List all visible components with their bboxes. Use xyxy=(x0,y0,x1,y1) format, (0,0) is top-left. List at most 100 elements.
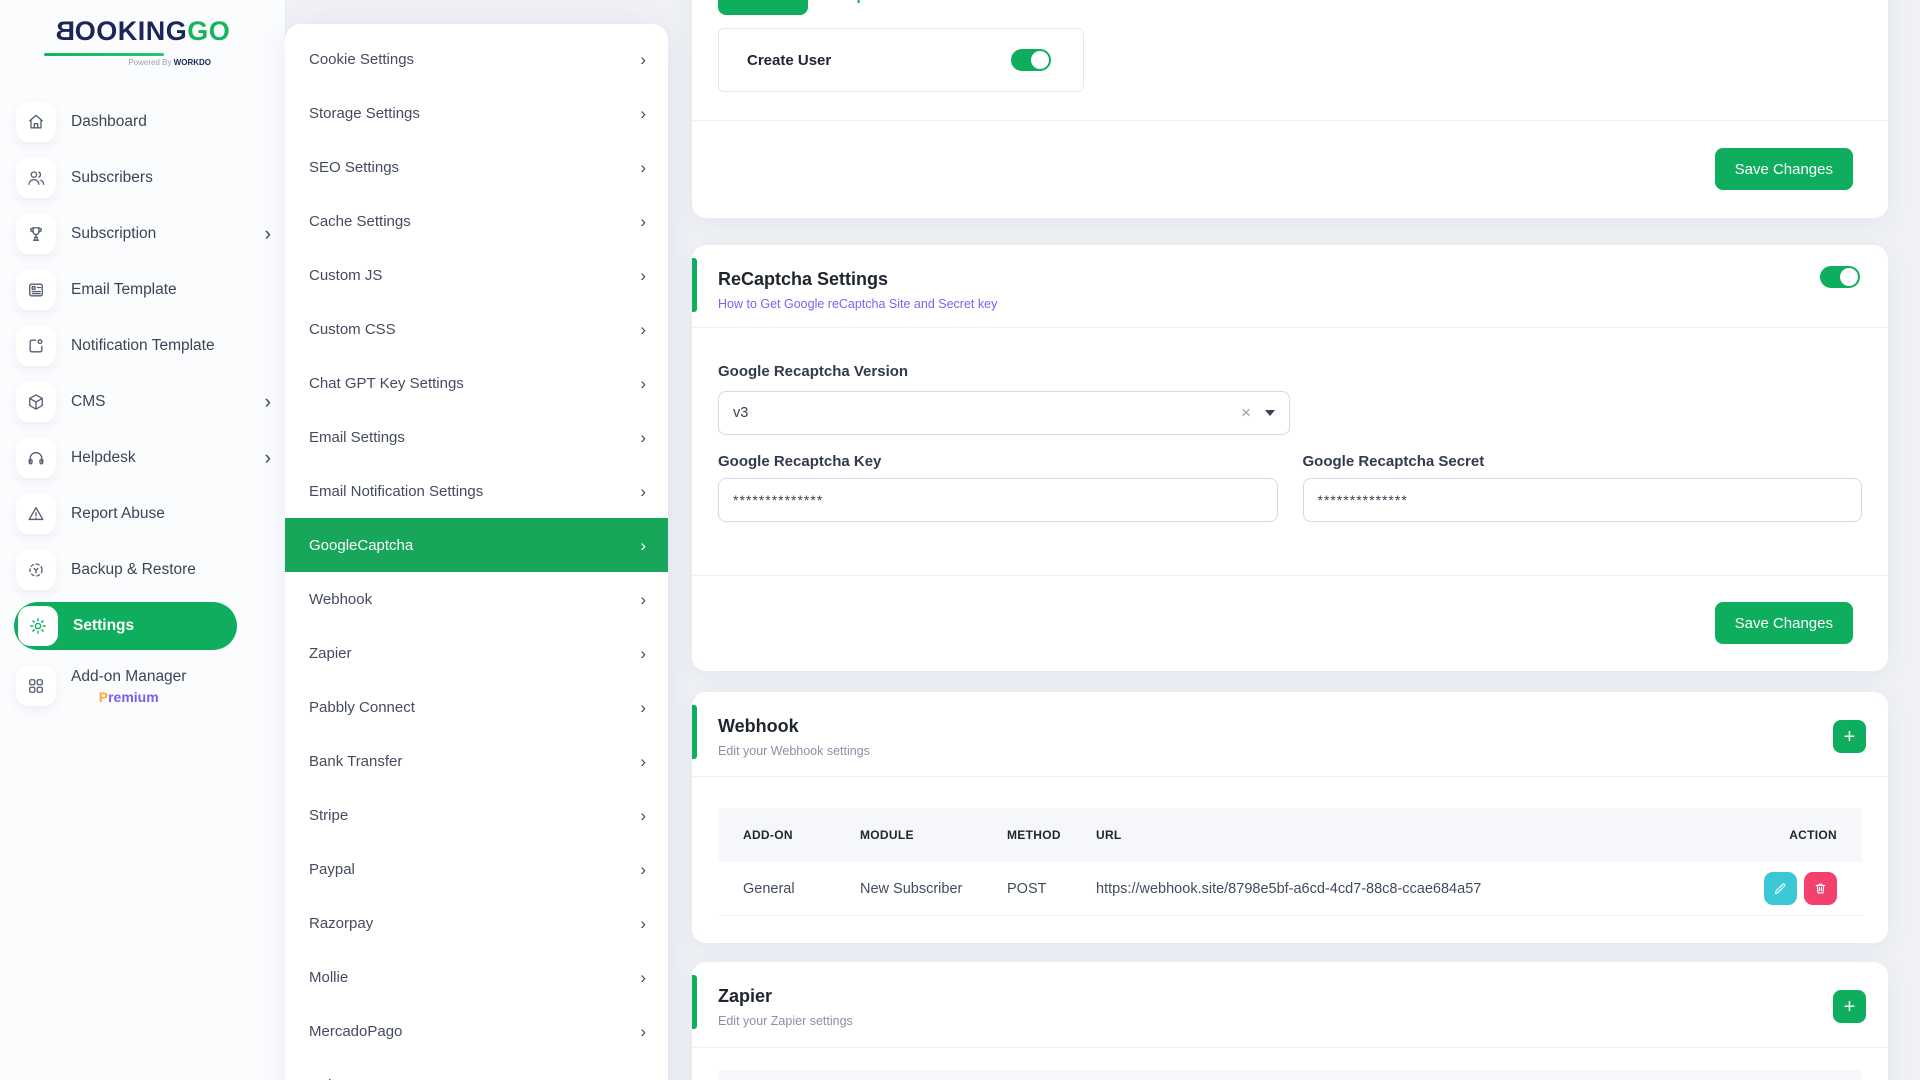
create-user-label: Create User xyxy=(747,52,831,69)
add-webhook-button[interactable]: + xyxy=(1833,720,1866,753)
settings-menu-item-label: Storage Settings xyxy=(309,105,420,122)
settings-menu-item[interactable]: Razorpay › xyxy=(285,896,668,950)
trash-icon xyxy=(1813,881,1828,896)
settings-menu-item[interactable]: Custom CSS › xyxy=(285,302,668,356)
sidebar-item-label: Add-on Manager xyxy=(71,668,186,686)
settings-menu-item-label: Cache Settings xyxy=(309,213,411,230)
sidebar-item-label: Notification Template xyxy=(71,337,215,355)
chevron-right-icon: › xyxy=(640,429,646,446)
sidebar-item-cms[interactable]: CMS › xyxy=(0,374,285,430)
zapier-header: Zapier Edit your Zapier settings xyxy=(692,962,1888,1028)
tab-helpdesk[interactable]: Helpdesk xyxy=(830,0,902,15)
settings-tabs: General Helpdesk xyxy=(718,0,902,15)
sidebar-item-helpdesk[interactable]: Helpdesk › xyxy=(0,430,285,486)
sidebar-item-label: Subscription xyxy=(71,225,156,243)
settings-menu-item-label: Razorpay xyxy=(309,915,373,932)
chevron-right-icon: › xyxy=(640,159,646,176)
settings-menu-item-label: Pabbly Connect xyxy=(309,699,415,716)
brand-logo[interactable]: BOOKINGGO Powered By WORKDO xyxy=(0,0,285,67)
edit-button[interactable] xyxy=(1764,872,1797,905)
home-icon xyxy=(16,102,56,142)
divider xyxy=(692,776,1888,777)
chevron-right-icon: › xyxy=(640,645,646,662)
trophy-icon xyxy=(16,214,56,254)
recaptcha-secret-label: Google Recaptcha Secret xyxy=(1303,453,1863,470)
version-select[interactable]: v3 × xyxy=(718,391,1290,435)
headphones-icon xyxy=(16,438,56,478)
chevron-right-icon: › xyxy=(640,105,646,122)
settings-menu-item[interactable]: Email Settings › xyxy=(285,410,668,464)
chevron-right-icon: › xyxy=(640,969,646,986)
recaptcha-help-link[interactable]: How to Get Google reCaptcha Site and Sec… xyxy=(718,297,1862,311)
settings-menu-item-label: Zapier xyxy=(309,645,352,662)
grid-icon xyxy=(16,666,56,706)
settings-menu-item[interactable]: Paypal › xyxy=(285,842,668,896)
sidebar-item-label: CMS xyxy=(71,393,105,411)
settings-menu-item-label: Custom CSS xyxy=(309,321,396,338)
settings-menu-item[interactable]: Coingate › xyxy=(285,1058,668,1080)
section-title: Zapier xyxy=(718,986,1862,1007)
general-settings-card: General Helpdesk Create User Save Change… xyxy=(692,0,1888,218)
recaptcha-key-input[interactable] xyxy=(718,478,1278,522)
settings-menu-item[interactable]: Mollie › xyxy=(285,950,668,1004)
section-title: ReCaptcha Settings xyxy=(718,269,1862,290)
settings-menu-item[interactable]: Zapier › xyxy=(285,626,668,680)
sidebar-item-subscribers[interactable]: Subscribers xyxy=(0,150,285,206)
sidebar-item-notification-template[interactable]: Notification Template xyxy=(0,318,285,374)
settings-menu-item[interactable]: Custom JS › xyxy=(285,248,668,302)
sidebar-item-backup-restore[interactable]: Backup & Restore xyxy=(0,542,285,598)
settings-menu-item[interactable]: Webhook › xyxy=(285,572,668,626)
settings-menu-item[interactable]: Storage Settings › xyxy=(285,86,668,140)
sidebar-item-dashboard[interactable]: Dashboard xyxy=(0,94,285,150)
settings-menu-panel: Cookie Settings › Storage Settings › SEO… xyxy=(285,24,668,1080)
restore-icon xyxy=(16,550,56,590)
save-changes-button[interactable]: Save Changes xyxy=(1715,148,1853,190)
chevron-right-icon: › xyxy=(640,213,646,230)
settings-menu-item[interactable]: Cache Settings › xyxy=(285,194,668,248)
settings-menu-item[interactable]: MercadoPago › xyxy=(285,1004,668,1058)
chevron-right-icon: › xyxy=(265,225,271,244)
save-changes-button[interactable]: Save Changes xyxy=(1715,602,1853,644)
chevron-right-icon: › xyxy=(640,591,646,608)
settings-menu-item-label: Stripe xyxy=(309,807,348,824)
version-value: v3 xyxy=(733,405,748,421)
settings-menu-item[interactable]: SEO Settings › xyxy=(285,140,668,194)
add-zapier-button[interactable]: + xyxy=(1833,990,1866,1023)
tab-general[interactable]: General xyxy=(718,0,808,15)
sidebar-item-settings[interactable]: Settings xyxy=(14,602,237,650)
chevron-right-icon: › xyxy=(640,483,646,500)
cell-url: https://webhook.site/8798e5bf-a6cd-4cd7-… xyxy=(1096,881,1692,897)
webhook-header: Webhook Edit your Webhook settings xyxy=(692,692,1888,758)
settings-menu-item[interactable]: Stripe › xyxy=(285,788,668,842)
settings-menu-item[interactable]: Email Notification Settings › xyxy=(285,464,668,518)
table-header-row: ADD-ON MODULE METHOD URL ACTION xyxy=(718,808,1862,862)
recaptcha-toggle[interactable] xyxy=(1820,266,1860,288)
create-user-toggle[interactable] xyxy=(1011,49,1051,71)
settings-menu-item[interactable]: Bank Transfer › xyxy=(285,734,668,788)
clear-icon[interactable]: × xyxy=(1241,403,1251,423)
settings-menu-item-label: Email Notification Settings xyxy=(309,483,483,500)
webhook-card: Webhook Edit your Webhook settings + ADD… xyxy=(692,692,1888,943)
sidebar-item-email-template[interactable]: Email Template xyxy=(0,262,285,318)
chevron-right-icon: › xyxy=(640,267,646,284)
users-icon xyxy=(16,158,56,198)
recaptcha-secret-input[interactable] xyxy=(1303,478,1863,522)
sidebar-item-report-abuse[interactable]: Report Abuse xyxy=(0,486,285,542)
recaptcha-body: Google Recaptcha Version v3 × Google Rec… xyxy=(718,363,1862,522)
settings-menu-item[interactable]: Pabbly Connect › xyxy=(285,680,668,734)
col-module: MODULE xyxy=(860,828,1007,842)
section-accent-bar xyxy=(692,975,697,1029)
settings-menu-item[interactable]: Cookie Settings › xyxy=(285,32,668,86)
sidebar-item-label: Helpdesk xyxy=(71,449,136,467)
settings-menu-item-label: Paypal xyxy=(309,861,355,878)
divider xyxy=(692,120,1888,121)
sidebar-item-subscription[interactable]: Subscription › xyxy=(0,206,285,262)
settings-menu-item-label: Custom JS xyxy=(309,267,382,284)
settings-menu-item[interactable]: Chat GPT Key Settings › xyxy=(285,356,668,410)
create-user-setting: Create User xyxy=(718,28,1084,92)
delete-button[interactable] xyxy=(1804,872,1837,905)
sidebar-item-addon-manager[interactable]: Add-on Manager Premium xyxy=(0,654,285,718)
settings-menu-item[interactable]: GoogleCaptcha › xyxy=(285,518,668,572)
section-subtitle: Edit your Webhook settings xyxy=(718,744,1862,758)
chevron-right-icon: › xyxy=(640,861,646,878)
